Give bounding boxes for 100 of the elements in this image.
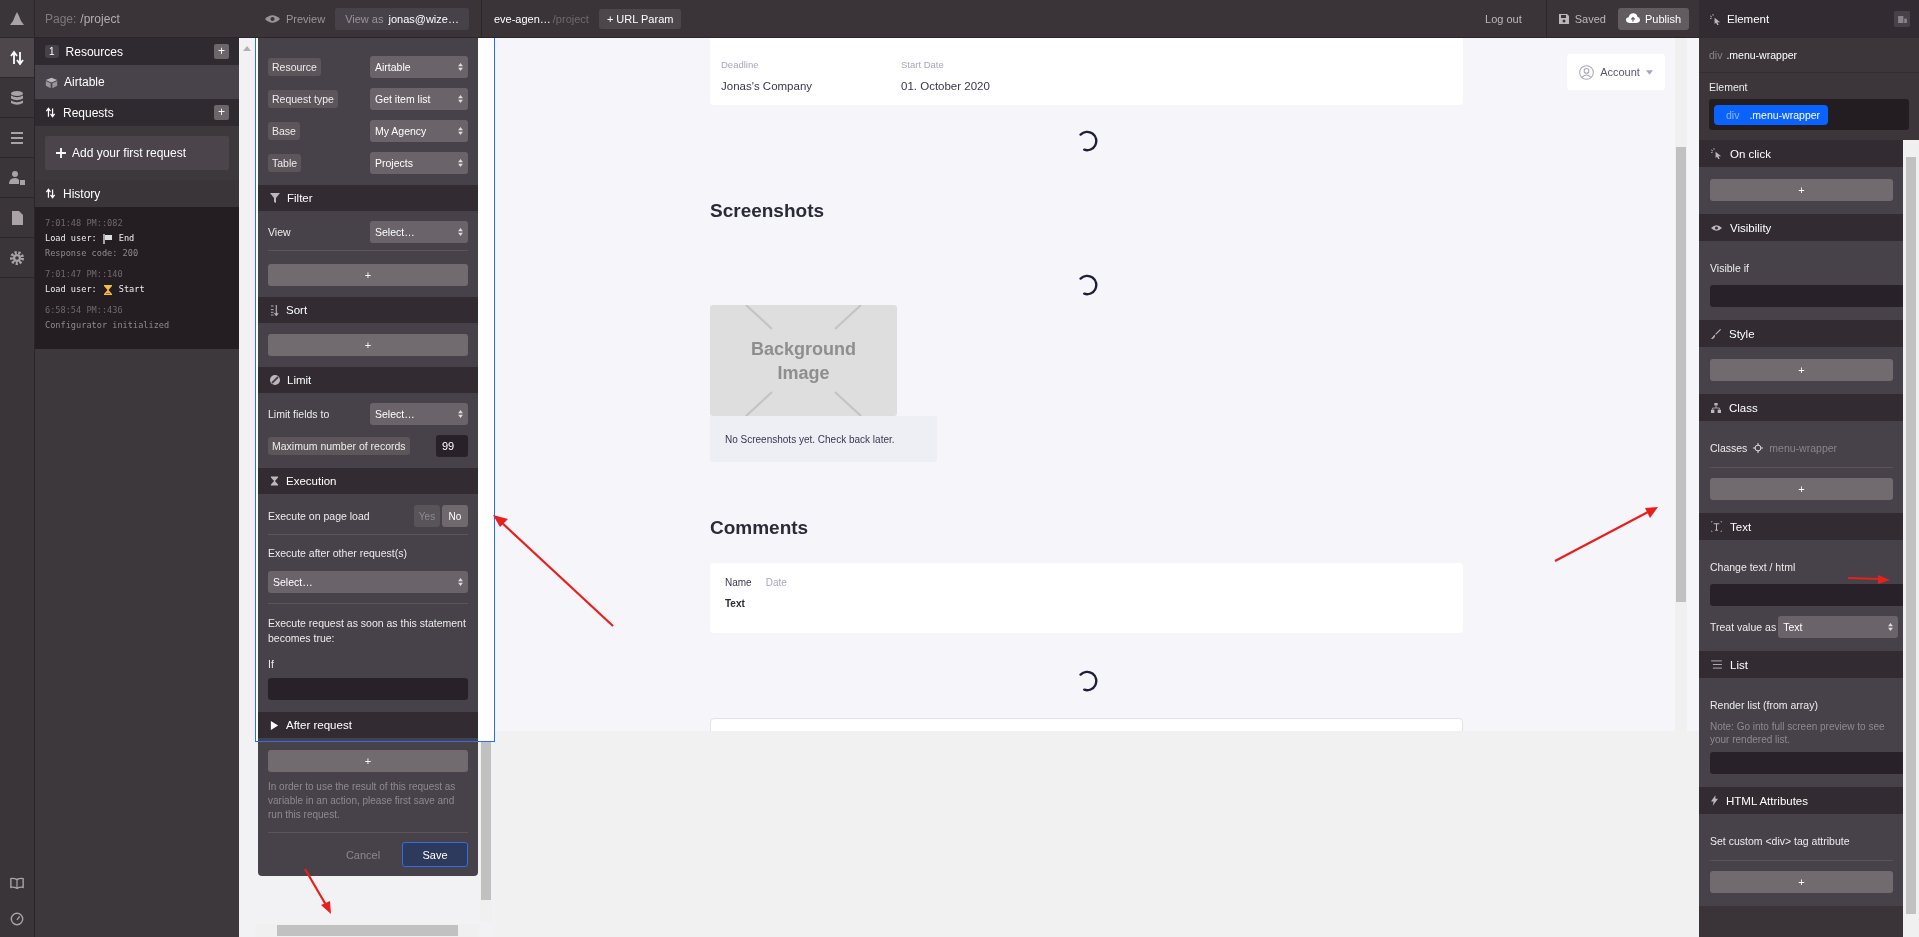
field-label: Limit fields to: [268, 408, 330, 420]
input-field[interactable]: [1710, 584, 1903, 606]
logout-link[interactable]: Log out: [1485, 12, 1522, 25]
section-title: Limit: [287, 374, 312, 386]
element-class: .menu-wrapper: [1726, 49, 1798, 61]
section-title: After request: [286, 719, 352, 731]
select-field[interactable]: My Agency: [370, 120, 468, 142]
add-button[interactable]: +: [1710, 359, 1893, 381]
book-icon[interactable]: [10, 876, 24, 890]
field-label: Base: [268, 122, 300, 140]
element-chip[interactable]: div .menu-wrapper: [1714, 104, 1829, 125]
add-button[interactable]: +: [1710, 478, 1893, 500]
log-status: End: [118, 232, 135, 245]
field-label: Resource: [268, 58, 321, 76]
project-name: eve-agen…: [493, 12, 551, 25]
placeholder-label: Background Image: [750, 337, 857, 385]
caret-icon: [1645, 69, 1653, 75]
sidebar-tab[interactable]: [0, 38, 34, 78]
scrollbar[interactable]: [1903, 140, 1919, 937]
eye-icon: [1711, 223, 1722, 232]
select-field[interactable]: Projects: [370, 152, 468, 174]
caret-icon: [1888, 623, 1894, 631]
page-label: Page:: [45, 11, 77, 26]
field-label: Render list (from array): [1710, 699, 1818, 711]
section-title: HTML Attributes: [1726, 794, 1809, 807]
section-heading: Comments: [710, 517, 810, 539]
field-label: View: [268, 226, 291, 238]
field-label: Maximum number of records: [268, 437, 410, 455]
number-field[interactable]: 99: [436, 435, 468, 457]
field-label: Start Date: [901, 59, 945, 70]
hourglass-icon: [102, 284, 113, 295]
add-button[interactable]: +: [214, 105, 229, 120]
scrollbar[interactable]: [480, 742, 492, 922]
section-title: Requests: [63, 105, 115, 120]
field-label: Execute on page load: [268, 510, 370, 522]
pointer-icon: [1711, 148, 1722, 159]
lightning-icon: [1711, 795, 1718, 806]
input-field[interactable]: [1710, 285, 1903, 307]
field-label: Table: [268, 154, 302, 172]
log-message: Configurator initialized: [45, 319, 170, 332]
select-field[interactable]: Get item list: [370, 88, 468, 110]
preview-link[interactable]: Preview: [286, 12, 326, 25]
log-status: Start: [118, 283, 145, 296]
flag-icon: [102, 233, 113, 244]
select-field[interactable]: Select…: [370, 221, 468, 243]
log-message: Load user:: [45, 283, 97, 296]
field-label: Classes: [1710, 442, 1748, 454]
section-title: On click: [1730, 147, 1771, 160]
add-button[interactable]: +: [214, 44, 229, 59]
panel-icon: [1897, 15, 1907, 23]
save-button[interactable]: Save: [402, 842, 468, 867]
add-button[interactable]: +: [268, 750, 468, 772]
caret-icon: [458, 228, 463, 236]
publish-button[interactable]: Publish: [1617, 7, 1689, 30]
arrows-icon: [45, 188, 56, 199]
section-title: Filter: [287, 192, 313, 204]
add-button[interactable]: +: [1710, 871, 1893, 893]
select-field[interactable]: Select…: [370, 403, 468, 425]
select-field[interactable]: Airtable: [370, 56, 468, 78]
condition-field[interactable]: [268, 678, 468, 700]
field-label: Treat value as: [1710, 621, 1777, 633]
field-value: 01. October 2020: [901, 80, 991, 92]
view-as-button[interactable]: View as jonas@wize…: [335, 7, 469, 30]
collapse-button[interactable]: [1894, 11, 1910, 27]
caret-icon: [458, 95, 463, 103]
add-button[interactable]: +: [1710, 179, 1893, 201]
add-button[interactable]: +: [268, 334, 468, 356]
select-field[interactable]: Select…: [268, 571, 468, 593]
page-path: /project: [80, 11, 120, 26]
toggle-option[interactable]: No: [442, 505, 468, 527]
user-lock-icon: [9, 169, 25, 186]
log-time: 7:01:47 PM::140: [45, 268, 124, 281]
user-icon: [1579, 64, 1595, 80]
logo-icon: [9, 10, 25, 27]
input-field[interactable]: [1710, 752, 1903, 774]
add-request-button[interactable]: Add your first request: [45, 136, 229, 170]
scrollbar[interactable]: [1675, 38, 1687, 731]
cloud-upload-icon: [1625, 13, 1640, 24]
hierarchy-icon: [1711, 402, 1721, 413]
url-param-button[interactable]: + URL Param: [598, 8, 682, 29]
caret-right-icon[interactable]: [270, 720, 279, 730]
caret-icon: [458, 410, 463, 418]
field-label: Deadline: [721, 59, 760, 70]
add-button[interactable]: +: [268, 264, 468, 286]
field-label: Request type: [268, 90, 338, 108]
resource-item[interactable]: Airtable: [35, 65, 239, 99]
section-title: Style: [1729, 327, 1755, 340]
arrows-icon: [9, 49, 25, 66]
panel-title: Element: [1727, 13, 1771, 25]
scrollbar[interactable]: [255, 924, 479, 937]
select-field[interactable]: Text: [1778, 616, 1899, 638]
eye-icon: [265, 13, 280, 24]
gauge-icon[interactable]: [10, 912, 24, 926]
database-icon: [9, 89, 25, 106]
log-message: Load user:: [45, 232, 97, 245]
comment-text: Text: [725, 598, 746, 609]
section-title: List: [1730, 658, 1748, 671]
account-button[interactable]: Account: [1567, 54, 1665, 90]
list-icon: [1711, 660, 1722, 669]
comment-author: Name: [725, 577, 752, 588]
